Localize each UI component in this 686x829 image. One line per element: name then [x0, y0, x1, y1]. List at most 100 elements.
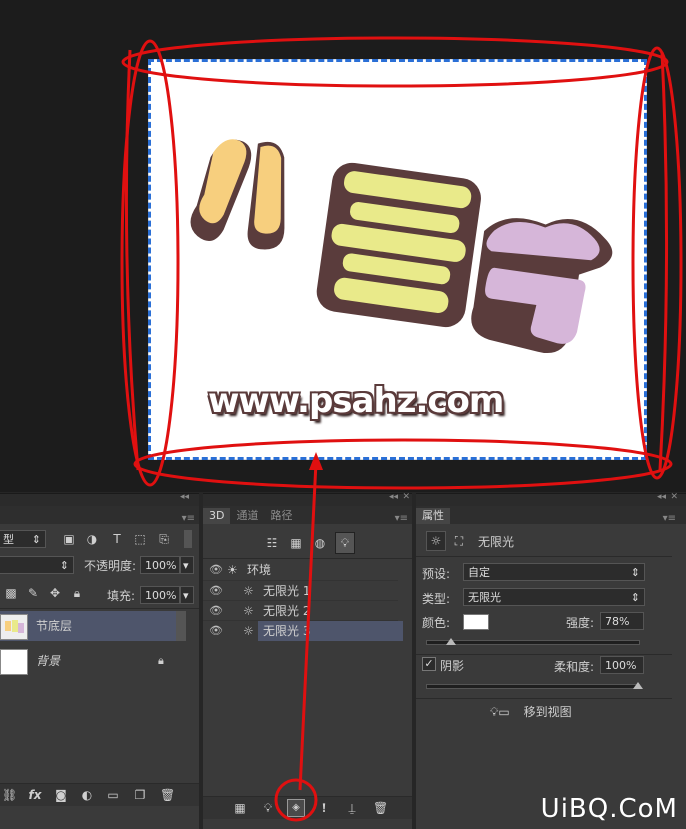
fill-input[interactable]: 100%: [140, 586, 180, 604]
panel-menu-icon[interactable]: ▾≡: [182, 513, 195, 524]
image-filter-icon[interactable]: ▣: [62, 532, 76, 546]
threed-panel: ◂◂ ✕ 3D 通道 路径 ▾≡ ☷ ▦ ◍ 💡︎ 👁︎ ☀︎ 环境 👁︎ ☼ …: [203, 492, 412, 829]
threed-item-light-3[interactable]: 👁︎ ☼ 无限光 3: [203, 620, 403, 641]
layers-scrollbar[interactable]: [176, 611, 186, 641]
infinite-light-icon: ☼: [243, 604, 254, 618]
fx-icon[interactable]: fx: [28, 788, 42, 802]
intensity-input[interactable]: 78%: [600, 612, 644, 630]
shape-filter-icon[interactable]: ⬚: [133, 532, 147, 546]
collapse-icon[interactable]: ◂◂: [389, 492, 398, 502]
new-group-icon[interactable]: ▭: [106, 788, 120, 802]
threed-item-environment[interactable]: 👁︎ ☀︎ 环境: [203, 560, 398, 580]
item-label: 无限光 3: [258, 621, 403, 641]
scene-filter-icon[interactable]: ☷: [265, 536, 279, 550]
softness-label: 柔和度:: [554, 660, 595, 674]
new-layer-icon[interactable]: ❐: [133, 788, 147, 802]
preset-value: 自定: [468, 566, 490, 579]
adjustment-filter-icon[interactable]: ◑: [85, 532, 99, 546]
tab-channels[interactable]: 通道: [230, 508, 264, 524]
layer-name: 节底层: [36, 619, 73, 633]
intensity-slider-track[interactable]: [426, 640, 640, 645]
environment-icon: ☀︎: [227, 563, 238, 577]
threed-item-light-2[interactable]: 👁︎ ☼ 无限光 2: [203, 600, 398, 621]
color-swatch[interactable]: [463, 614, 489, 630]
layer-thumbnail: [0, 649, 28, 675]
site-watermark: UiBQ.CoM: [540, 794, 678, 824]
divider: [416, 556, 672, 557]
opacity-dropdown-icon[interactable]: ▾: [180, 556, 194, 574]
adjustment-layer-icon[interactable]: ◐: [80, 788, 94, 802]
shadow-label: 阴影: [440, 659, 465, 673]
type-filter-icon[interactable]: T: [110, 532, 124, 546]
intensity-label: 强度:: [566, 616, 595, 630]
opacity-label: 不透明度:: [84, 559, 137, 573]
intensity-slider-handle[interactable]: [446, 638, 457, 645]
stepper-icon: ⇕: [59, 559, 69, 572]
layers-panel-header: ◂◂: [0, 492, 199, 506]
move-to-view-button[interactable]: 💡︎▭ 移到视图: [490, 702, 572, 722]
color-label: 颜色:: [422, 616, 451, 630]
properties-title: 无限光: [478, 535, 515, 549]
fill-label: 填充:: [107, 589, 136, 603]
layer-row-jiedi[interactable]: 节底层: [0, 611, 186, 641]
eye-icon[interactable]: 👁︎: [209, 601, 223, 621]
threed-item-light-1[interactable]: 👁︎ ☼ 无限光 1: [203, 580, 398, 601]
delete-layer-icon[interactable]: 🗑︎: [160, 788, 175, 802]
eye-icon[interactable]: 👁︎: [209, 560, 223, 580]
lock-position-icon[interactable]: ✥: [48, 586, 62, 600]
layers-panel: ◂◂ ▾≡ 型 ⇕ ▣ ◑ T ⬚ ⎘ ⇕ 不透明度: 100% ▾ ▩ ✎ ✥…: [0, 492, 199, 829]
panel-menu-icon[interactable]: ▾≡: [395, 513, 408, 524]
coordinates-icon[interactable]: ⛶: [452, 534, 466, 548]
close-icon[interactable]: ✕: [670, 492, 678, 502]
softness-slider-handle[interactable]: [633, 682, 643, 689]
type-select[interactable]: 无限光 ⇕: [463, 588, 645, 606]
kind-select[interactable]: ⇕: [0, 556, 74, 574]
threed-bottom-bar: ▦ 💡︎ ◈ ❗︎ ⍊ 🗑︎: [203, 796, 412, 819]
link-layers-icon[interactable]: ⛓︎: [2, 788, 17, 802]
tab-properties[interactable]: 属性: [416, 508, 450, 524]
ground-shadow-icon[interactable]: ⍊: [345, 801, 359, 815]
tab-3d[interactable]: 3D: [203, 508, 231, 524]
divider: [0, 608, 199, 609]
spotlight-icon[interactable]: ❗︎: [317, 801, 331, 815]
light-type-icon[interactable]: ☼: [426, 531, 446, 551]
opacity-value: 100%: [145, 559, 177, 572]
threed-tabbar: 3D 通道 路径 ▾≡: [203, 506, 412, 524]
divider: [416, 654, 672, 655]
properties-panel-header: ◂◂ ✕: [416, 492, 686, 506]
fill-dropdown-icon[interactable]: ▾: [180, 586, 194, 604]
mesh-filter-icon[interactable]: ▦: [289, 536, 303, 550]
mesh-icon[interactable]: ▦: [233, 801, 247, 815]
delete-icon[interactable]: 🗑︎: [373, 801, 388, 815]
lock-pixels-icon[interactable]: ✎: [26, 586, 40, 600]
softness-slider-track[interactable]: [426, 684, 640, 689]
material-filter-icon[interactable]: ◍: [313, 536, 327, 550]
collapse-icon[interactable]: ◂◂: [180, 492, 189, 502]
add-light-icon[interactable]: 💡︎: [261, 801, 275, 815]
stepper-icon: ⇕: [630, 566, 640, 579]
panel-menu-icon[interactable]: ▾≡: [663, 513, 676, 524]
layer-row-background[interactable]: 背景 🔒︎: [0, 646, 186, 676]
stepper-icon: ⇕: [31, 533, 41, 546]
shadow-checkbox[interactable]: ✓: [422, 657, 436, 671]
layers-bottom-bar: ⛓︎ fx ◙ ◐ ▭ ❐ 🗑︎: [0, 783, 199, 806]
lock-transparency-icon[interactable]: ▩: [4, 586, 18, 600]
blend-mode-select[interactable]: 型 ⇕: [0, 530, 46, 548]
filter-toggle[interactable]: [184, 530, 192, 548]
softness-input[interactable]: 100%: [600, 656, 644, 674]
eye-icon[interactable]: 👁︎: [209, 581, 223, 601]
render-button[interactable]: ◈: [287, 799, 305, 817]
close-icon[interactable]: ✕: [402, 492, 410, 502]
lock-all-icon[interactable]: 🔒︎: [70, 586, 84, 600]
opacity-input[interactable]: 100%: [140, 556, 180, 574]
properties-tabbar: 属性 ▾≡: [416, 506, 686, 524]
light-filter-icon[interactable]: 💡︎: [335, 532, 355, 554]
eye-icon[interactable]: 👁︎: [209, 621, 223, 641]
layer-thumbnail: [0, 614, 28, 640]
smart-object-filter-icon[interactable]: ⎘: [157, 532, 171, 546]
collapse-icon[interactable]: ◂◂: [657, 492, 666, 502]
divider: [203, 558, 412, 559]
tab-paths[interactable]: 路径: [264, 508, 298, 524]
add-mask-icon[interactable]: ◙: [54, 788, 68, 802]
preset-select[interactable]: 自定 ⇕: [463, 563, 645, 581]
